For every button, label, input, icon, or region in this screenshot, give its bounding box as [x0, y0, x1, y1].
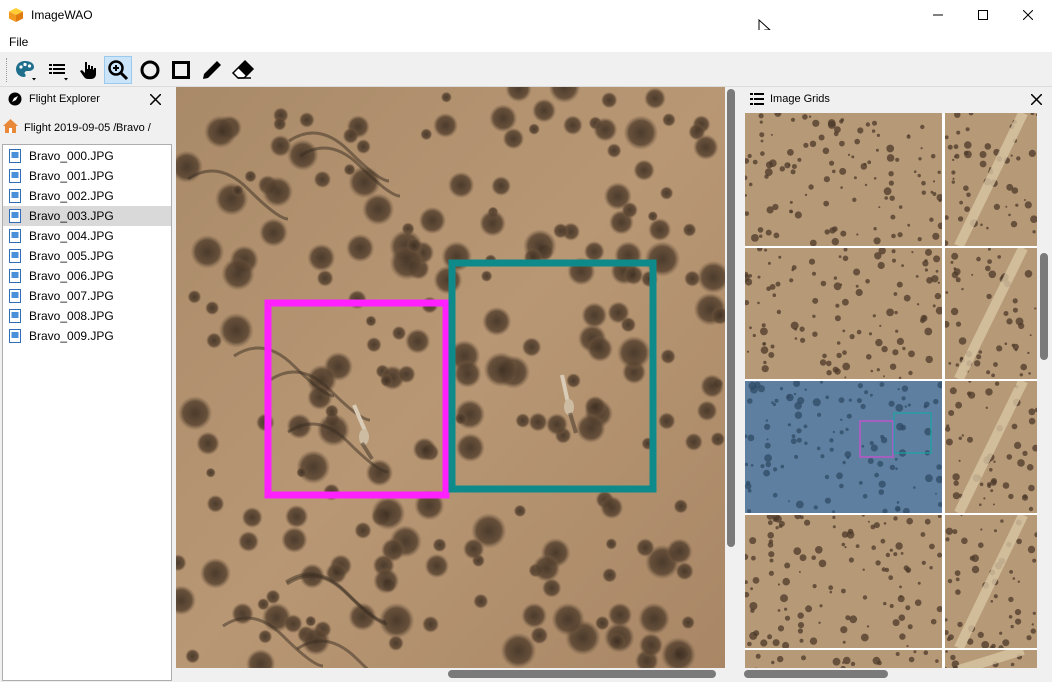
minimize-button[interactable]	[915, 0, 961, 30]
title-bar: ImageWAO	[0, 0, 1052, 39]
palette-icon	[16, 61, 36, 81]
menu-bar: File	[0, 30, 1052, 52]
grid-horizontal-scrollbar[interactable]	[742, 668, 1038, 680]
image-file-icon	[9, 329, 21, 343]
grid-tile[interactable]	[745, 650, 942, 668]
file-list-item[interactable]: Bravo_001.JPG	[3, 166, 171, 186]
viewer-horizontal-thumb[interactable]	[448, 670, 716, 678]
flight-explorer-header: Flight Explorer	[0, 87, 172, 111]
file-name: Bravo_006.JPG	[29, 269, 114, 283]
image-grids-header: Image Grids	[742, 87, 1052, 111]
close-window-button[interactable]	[1005, 0, 1051, 30]
image-grid	[745, 113, 1037, 668]
zoom-icon	[108, 60, 129, 81]
file-list-item[interactable]: Bravo_002.JPG	[3, 186, 171, 206]
file-list-item[interactable]: Bravo_003.JPG	[3, 206, 171, 226]
aerial-image	[176, 87, 725, 668]
file-list-item[interactable]: Bravo_008.JPG	[3, 306, 171, 326]
hand-icon	[80, 62, 96, 79]
file-list-item[interactable]: Bravo_004.JPG	[3, 226, 171, 246]
flight-explorer-title: Flight Explorer	[29, 93, 100, 105]
pan-tool-button[interactable]	[74, 56, 102, 84]
rectangle-icon	[172, 61, 190, 79]
close-flight-explorer-icon[interactable]	[150, 94, 161, 105]
palette-button[interactable]	[11, 56, 39, 84]
grid-tile[interactable]	[945, 248, 1037, 379]
rectangle-tool-button[interactable]	[167, 56, 195, 84]
minimize-icon	[933, 14, 943, 16]
file-name: Bravo_008.JPG	[29, 309, 114, 323]
pencil-tool-button[interactable]	[198, 56, 226, 84]
menu-file[interactable]: File	[9, 35, 28, 49]
circle-icon	[140, 60, 160, 80]
grid-tile[interactable]	[945, 113, 1037, 246]
ellipse-tool-button[interactable]	[136, 56, 164, 84]
grid-tile-selected[interactable]	[745, 381, 942, 513]
image-file-icon	[9, 269, 21, 283]
image-file-icon	[9, 189, 21, 203]
window-title: ImageWAO	[31, 8, 93, 22]
breadcrumb-folder[interactable]: Bravo /	[116, 122, 151, 134]
compass-icon	[8, 92, 22, 106]
image-file-icon	[9, 249, 21, 263]
image-file-icon	[9, 309, 21, 323]
image-grids-title: Image Grids	[770, 93, 830, 105]
app-logo-icon	[9, 8, 23, 22]
viewer-horizontal-scrollbar[interactable]	[176, 668, 737, 680]
file-list-item[interactable]: Bravo_005.JPG	[3, 246, 171, 266]
grid-tile[interactable]	[745, 113, 942, 246]
file-list-item[interactable]: Bravo_007.JPG	[3, 286, 171, 306]
maximize-icon	[978, 10, 988, 20]
grid-tile[interactable]	[745, 248, 942, 379]
image-file-icon	[9, 149, 21, 163]
image-file-icon	[9, 169, 21, 183]
close-icon	[1023, 10, 1033, 20]
file-name: Bravo_004.JPG	[29, 229, 114, 243]
grid-tile[interactable]	[945, 515, 1037, 648]
home-icon[interactable]	[3, 119, 18, 133]
breadcrumb-flight[interactable]: Flight 2019-09-05 /	[24, 122, 116, 134]
file-list-item[interactable]: Bravo_009.JPG	[3, 326, 171, 346]
grid-tile[interactable]	[945, 381, 1037, 513]
close-image-grids-icon[interactable]	[1031, 94, 1042, 105]
file-name: Bravo_009.JPG	[29, 329, 114, 343]
image-file-icon	[9, 289, 21, 303]
toolbar	[0, 52, 1052, 87]
image-viewer[interactable]	[176, 87, 725, 668]
grid-tile[interactable]	[945, 650, 1037, 668]
zoom-tool-button[interactable]	[104, 56, 132, 84]
image-file-icon	[9, 209, 21, 223]
grid-horizontal-thumb[interactable]	[744, 670, 888, 678]
file-name: Bravo_000.JPG	[29, 149, 114, 163]
breadcrumb: Flight 2019-09-05 / Bravo /	[0, 113, 172, 143]
eraser-icon	[231, 59, 255, 79]
grid-tile[interactable]	[745, 515, 942, 648]
grid-vertical-scrollbar[interactable]	[1038, 113, 1050, 668]
image-file-icon	[9, 229, 21, 243]
list-icon	[750, 93, 764, 105]
file-name: Bravo_001.JPG	[29, 169, 114, 183]
viewer-vertical-thumb[interactable]	[727, 89, 735, 547]
file-name: Bravo_002.JPG	[29, 189, 114, 203]
layers-button[interactable]	[43, 56, 71, 84]
pencil-icon	[203, 61, 221, 79]
grid-vertical-thumb[interactable]	[1040, 253, 1048, 360]
eraser-tool-button[interactable]	[229, 56, 257, 84]
toolbar-grip[interactable]	[6, 58, 9, 82]
file-name: Bravo_007.JPG	[29, 289, 114, 303]
maximize-button[interactable]	[960, 0, 1006, 30]
file-list-item[interactable]: Bravo_000.JPG	[3, 146, 171, 166]
layers-icon	[49, 64, 68, 81]
file-list-item[interactable]: Bravo_006.JPG	[3, 266, 171, 286]
file-name: Bravo_005.JPG	[29, 249, 114, 263]
file-name: Bravo_003.JPG	[29, 209, 114, 223]
file-list: Bravo_000.JPG Bravo_001.JPG Bravo_002.JPG B…	[2, 144, 172, 681]
viewer-vertical-scrollbar[interactable]	[725, 87, 737, 668]
